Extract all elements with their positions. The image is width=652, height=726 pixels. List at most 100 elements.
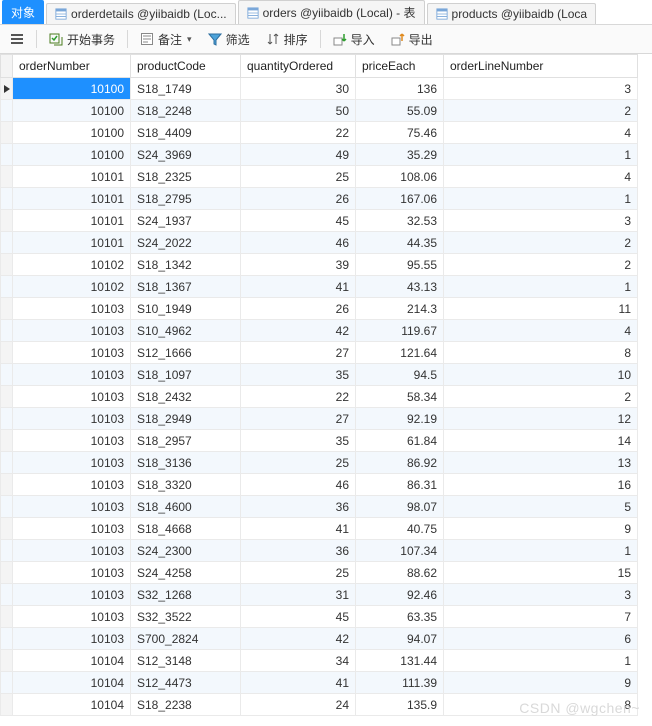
table-row[interactable]: 10103S24_230036107.341 [1,540,638,562]
cell-quantityOrdered[interactable]: 45 [241,606,356,628]
table-row[interactable]: 10101S18_279526167.061 [1,188,638,210]
cell-productCode[interactable]: S700_2824 [131,628,241,650]
cell-priceEach[interactable]: 92.46 [356,584,444,606]
data-grid[interactable]: orderNumberproductCodequantityOrderedpri… [0,54,652,726]
cell-orderNumber[interactable]: 10103 [13,584,131,606]
cell-productCode[interactable]: S32_3522 [131,606,241,628]
cell-priceEach[interactable]: 43.13 [356,276,444,298]
cell-orderLineNumber[interactable]: 13 [444,452,638,474]
cell-orderNumber[interactable]: 10103 [13,408,131,430]
cell-priceEach[interactable]: 86.92 [356,452,444,474]
cell-orderNumber[interactable]: 10104 [13,694,131,716]
tab-orderdetails[interactable]: orderdetails @yiibaidb (Loc... [46,3,236,24]
cell-orderLineNumber[interactable]: 2 [444,254,638,276]
cell-quantityOrdered[interactable]: 41 [241,672,356,694]
cell-priceEach[interactable]: 107.34 [356,540,444,562]
export-button[interactable]: 导出 [387,29,437,50]
table-row[interactable]: 10103S18_46684140.759 [1,518,638,540]
cell-orderLineNumber[interactable]: 2 [444,386,638,408]
table-row[interactable]: 10103S32_12683192.463 [1,584,638,606]
cell-orderNumber[interactable]: 10101 [13,210,131,232]
cell-orderNumber[interactable]: 10100 [13,78,131,100]
cell-orderNumber[interactable]: 10100 [13,122,131,144]
cell-productCode[interactable]: S12_3148 [131,650,241,672]
cell-orderNumber[interactable]: 10103 [13,540,131,562]
cell-productCode[interactable]: S32_1268 [131,584,241,606]
cell-priceEach[interactable]: 63.35 [356,606,444,628]
cell-orderNumber[interactable]: 10103 [13,320,131,342]
cell-quantityOrdered[interactable]: 22 [241,122,356,144]
cell-orderLineNumber[interactable]: 1 [444,540,638,562]
cell-productCode[interactable]: S24_1937 [131,210,241,232]
table-row[interactable]: 10103S18_24322258.342 [1,386,638,408]
cell-quantityOrdered[interactable]: 35 [241,364,356,386]
cell-productCode[interactable]: S18_2248 [131,100,241,122]
cell-orderLineNumber[interactable]: 3 [444,78,638,100]
cell-quantityOrdered[interactable]: 42 [241,628,356,650]
cell-productCode[interactable]: S10_1949 [131,298,241,320]
cell-orderLineNumber[interactable]: 9 [444,672,638,694]
cell-productCode[interactable]: S18_2432 [131,386,241,408]
tab-objects[interactable]: 对象 [2,0,44,24]
cell-orderLineNumber[interactable]: 3 [444,210,638,232]
cell-orderNumber[interactable]: 10101 [13,188,131,210]
cell-productCode[interactable]: S18_3136 [131,452,241,474]
memo-button[interactable]: 备注 ▾ [136,29,196,50]
cell-orderLineNumber[interactable]: 1 [444,276,638,298]
cell-productCode[interactable]: S12_1666 [131,342,241,364]
table-row[interactable]: 10103S18_29573561.8414 [1,430,638,452]
cell-orderLineNumber[interactable]: 1 [444,144,638,166]
cell-quantityOrdered[interactable]: 49 [241,144,356,166]
filter-button[interactable]: 筛选 [204,29,254,50]
cell-orderNumber[interactable]: 10103 [13,364,131,386]
cell-quantityOrdered[interactable]: 22 [241,386,356,408]
cell-quantityOrdered[interactable]: 27 [241,342,356,364]
column-header-productCode[interactable]: productCode [131,55,241,78]
cell-orderNumber[interactable]: 10103 [13,562,131,584]
table-row[interactable]: 10100S18_1749301363 [1,78,638,100]
table-row[interactable]: 10101S24_20224644.352 [1,232,638,254]
cell-orderLineNumber[interactable]: 4 [444,166,638,188]
cell-orderLineNumber[interactable]: 7 [444,606,638,628]
cell-quantityOrdered[interactable]: 25 [241,452,356,474]
cell-orderLineNumber[interactable]: 1 [444,650,638,672]
cell-orderLineNumber[interactable]: 9 [444,518,638,540]
cell-priceEach[interactable]: 121.64 [356,342,444,364]
cell-productCode[interactable]: S24_2022 [131,232,241,254]
table-row[interactable]: 10103S12_166627121.648 [1,342,638,364]
sort-button[interactable]: 排序 [262,29,312,50]
cell-productCode[interactable]: S10_4962 [131,320,241,342]
cell-productCode[interactable]: S12_4473 [131,672,241,694]
cell-productCode[interactable]: S18_1342 [131,254,241,276]
tab-orders[interactable]: orders @yiibaidb (Local) - 表 [238,0,425,24]
cell-orderLineNumber[interactable]: 2 [444,100,638,122]
cell-orderLineNumber[interactable]: 4 [444,320,638,342]
cell-orderLineNumber[interactable]: 11 [444,298,638,320]
cell-priceEach[interactable]: 40.75 [356,518,444,540]
cell-quantityOrdered[interactable]: 36 [241,496,356,518]
table-row[interactable]: 10100S24_39694935.291 [1,144,638,166]
cell-productCode[interactable]: S18_2957 [131,430,241,452]
cell-priceEach[interactable]: 61.84 [356,430,444,452]
table-row[interactable]: 10103S10_194926214.311 [1,298,638,320]
cell-orderLineNumber[interactable]: 1 [444,188,638,210]
table-row[interactable]: 10103S18_10973594.510 [1,364,638,386]
cell-orderLineNumber[interactable]: 8 [444,694,638,716]
cell-priceEach[interactable]: 55.09 [356,100,444,122]
import-button[interactable]: 导入 [329,29,379,50]
cell-priceEach[interactable]: 94.07 [356,628,444,650]
cell-priceEach[interactable]: 86.31 [356,474,444,496]
cell-quantityOrdered[interactable]: 34 [241,650,356,672]
cell-priceEach[interactable]: 32.53 [356,210,444,232]
cell-productCode[interactable]: S18_3320 [131,474,241,496]
cell-quantityOrdered[interactable]: 26 [241,298,356,320]
cell-productCode[interactable]: S18_2949 [131,408,241,430]
cell-quantityOrdered[interactable]: 24 [241,694,356,716]
table-row[interactable]: 10103S18_46003698.075 [1,496,638,518]
cell-priceEach[interactable]: 98.07 [356,496,444,518]
cell-orderNumber[interactable]: 10104 [13,672,131,694]
cell-orderNumber[interactable]: 10102 [13,276,131,298]
cell-orderLineNumber[interactable]: 3 [444,584,638,606]
cell-priceEach[interactable]: 35.29 [356,144,444,166]
cell-orderNumber[interactable]: 10101 [13,232,131,254]
